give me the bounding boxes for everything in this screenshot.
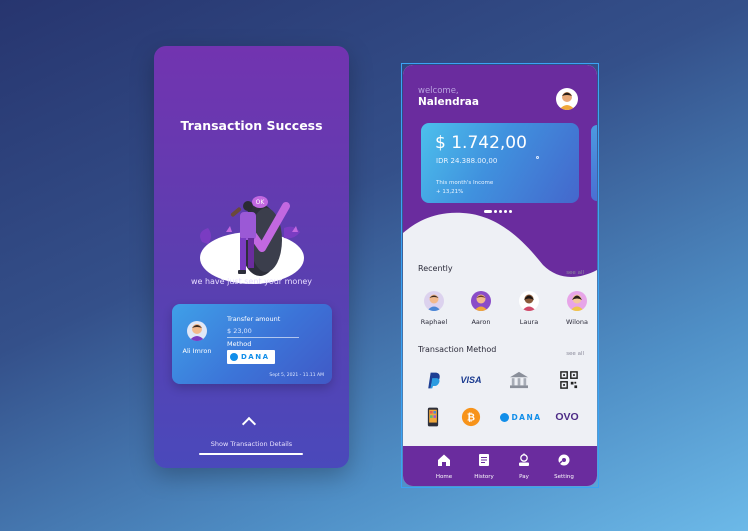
method-label: Method	[227, 340, 252, 348]
transaction-date: Sept 5, 2021 - 11.11 AM	[269, 373, 324, 378]
income-change: + 13,21%	[436, 189, 464, 195]
home-screen-frame: welcome, Nalendraa $ 1.742,00 IDR 24.388…	[401, 63, 599, 488]
balance-amount: $ 1.742,00	[435, 133, 527, 153]
success-message: we have just sent your money	[190, 277, 313, 286]
contact-name: Aaron	[471, 318, 491, 326]
avatar	[187, 321, 207, 341]
dot-icon	[536, 156, 539, 159]
contact-name: Laura	[519, 318, 539, 326]
method-brand: DANA	[241, 353, 270, 361]
dana-icon	[230, 353, 238, 361]
welcome-text: welcome,	[418, 86, 459, 96]
svg-text:OK: OK	[256, 199, 266, 206]
avatar	[567, 291, 587, 311]
home-indicator	[199, 453, 303, 455]
visa-icon[interactable]: VISA	[457, 367, 485, 393]
transaction-method-see-all-link[interactable]: see all	[566, 351, 584, 357]
nav-item-setting[interactable]: Setting	[547, 452, 581, 480]
dana-icon[interactable]: DANA	[499, 404, 543, 430]
transfer-amount-value: $ 23,00	[227, 327, 252, 335]
username: Nalendraa	[418, 96, 479, 108]
mobile-phone-icon[interactable]	[419, 404, 447, 430]
avatar[interactable]	[556, 88, 578, 110]
qr-code-icon[interactable]	[555, 367, 583, 393]
pay-icon	[519, 453, 529, 466]
transaction-success-screen: Transaction Success OK we have just sent…	[154, 46, 349, 468]
contact-item[interactable]: Aaron	[464, 291, 498, 326]
income-label: This month's Income	[436, 180, 494, 186]
next-card-peek[interactable]	[591, 125, 597, 201]
paypal-icon[interactable]	[419, 367, 447, 393]
nav-item-home[interactable]: Home	[427, 452, 461, 480]
home-screen: welcome, Nalendraa $ 1.742,00 IDR 24.388…	[403, 65, 597, 486]
contact-item[interactable]: Raphael	[417, 291, 451, 326]
success-illustration: OK	[200, 196, 304, 284]
setting-icon	[558, 454, 570, 466]
chevron-up-icon[interactable]	[241, 416, 257, 432]
ovo-icon[interactable]: OVO	[553, 404, 581, 430]
avatar	[471, 291, 491, 311]
bank-icon[interactable]	[505, 367, 533, 393]
svg-text:₿: ₿	[467, 412, 475, 424]
show-details-button[interactable]: Show Transaction Details	[154, 440, 349, 448]
recipient-name: Ali Imron	[182, 347, 212, 355]
contact-item[interactable]: Wilona	[560, 291, 594, 326]
avatar	[519, 291, 539, 311]
page-title: Transaction Success	[180, 118, 323, 133]
history-icon	[479, 454, 489, 466]
dana-logo: DANA	[227, 350, 275, 364]
card-pager[interactable]	[484, 210, 512, 213]
recently-see-all-link[interactable]: see all	[566, 270, 584, 276]
balance-card[interactable]: $ 1.742,00 IDR 24.388.00,00 This month's…	[421, 123, 579, 203]
nav-item-history[interactable]: History	[467, 452, 501, 480]
bitcoin-icon[interactable]: ₿	[457, 404, 485, 430]
home-icon	[438, 454, 450, 466]
contact-name: Raphael	[420, 318, 448, 326]
transaction-method-title: Transaction Method	[418, 345, 497, 354]
contact-item[interactable]: Laura	[512, 291, 546, 326]
divider	[227, 337, 299, 338]
bottom-nav: Home History Pay Setting	[403, 446, 597, 486]
balance-idr: IDR 24.388.00,00	[436, 157, 498, 165]
transfer-amount-label: Transfer amount	[227, 315, 281, 323]
contact-name: Wilona	[566, 318, 588, 326]
transaction-receipt-card: Ali Imron Transfer amount $ 23,00 Method…	[172, 304, 332, 384]
avatar	[424, 291, 444, 311]
nav-item-pay[interactable]: Pay	[507, 452, 541, 480]
recently-title: Recently	[418, 264, 453, 273]
